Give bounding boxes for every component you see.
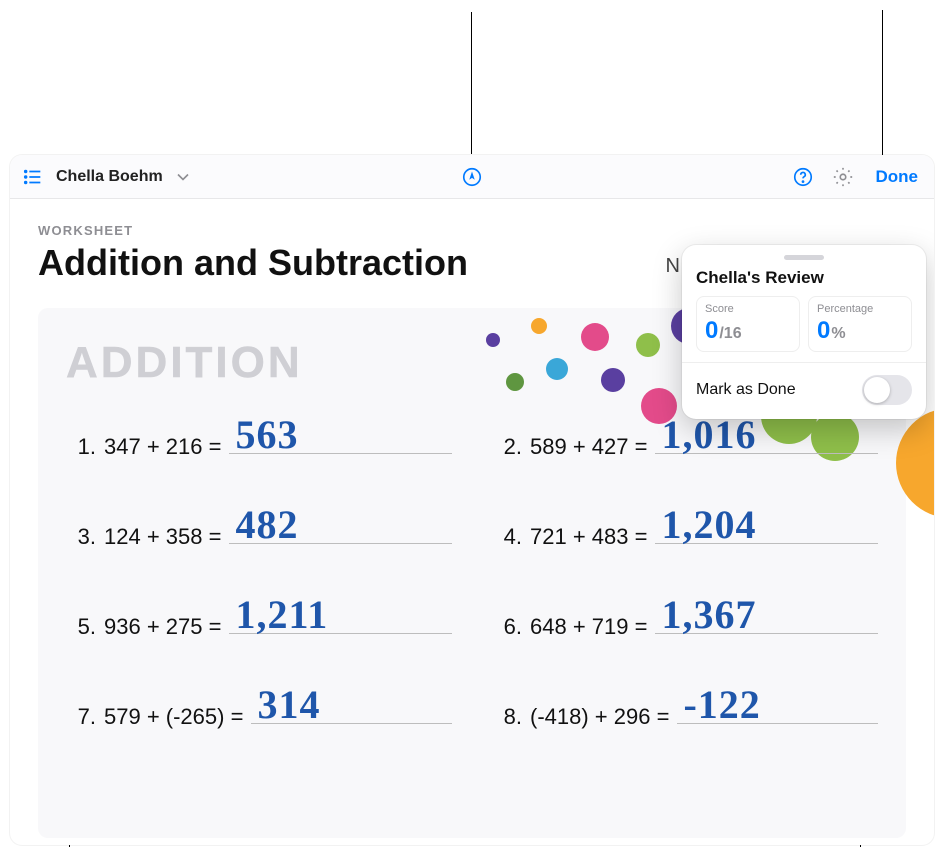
answer-field[interactable]: 1,016 <box>655 418 878 454</box>
handwritten-answer: -122 <box>683 685 760 725</box>
answer-field[interactable]: 1,204 <box>655 508 878 544</box>
review-panel: Chella's Review Score 0 /16 Percentage 0… <box>682 245 926 419</box>
review-title: Chella's Review <box>682 268 926 296</box>
problem-number: 5. <box>66 614 96 640</box>
student-dropdown-button[interactable] <box>173 164 193 190</box>
callout-line-top <box>471 12 472 154</box>
page-label: WORKSHEET <box>38 223 906 238</box>
problem-row: 8. (-418) + 296 = -122 <box>492 688 878 730</box>
problem-expression: 648 + 719 = <box>530 614 647 640</box>
handwritten-answer: 563 <box>235 415 298 455</box>
problems-grid: 1. 347 + 216 = 563 2. 589 + 427 = 1,016 3. 124 … <box>66 418 878 730</box>
percentage-sign: % <box>831 325 845 343</box>
problem-expression: 936 + 275 = <box>104 614 221 640</box>
problem-expression: 579 + (-265) = <box>104 704 243 730</box>
decoration-dot <box>531 318 547 334</box>
decoration-dot <box>896 408 934 518</box>
markup-pen-icon <box>461 166 483 188</box>
handwritten-answer: 1,367 <box>661 595 756 635</box>
handwritten-answer: 482 <box>235 505 298 545</box>
problem-row: 1. 347 + 216 = 563 <box>66 418 452 460</box>
answer-field[interactable]: 314 <box>251 688 452 724</box>
problem-number: 1. <box>66 434 96 460</box>
problem-number: 2. <box>492 434 522 460</box>
app-window: Chella Boehm <box>10 155 934 845</box>
obscured-text: N <box>666 255 680 278</box>
list-icon <box>22 166 44 188</box>
problem-row: 2. 589 + 427 = 1,016 <box>492 418 878 460</box>
handwritten-answer: 1,211 <box>235 595 328 635</box>
problem-number: 6. <box>492 614 522 640</box>
problem-expression: 589 + 427 = <box>530 434 647 460</box>
problem-row: 7. 579 + (-265) = 314 <box>66 688 452 730</box>
sidebar-toggle-button[interactable] <box>20 164 46 190</box>
percentage-number: 0 <box>817 317 830 345</box>
score-number: 0 <box>705 317 718 345</box>
score-label: Score <box>705 303 791 315</box>
student-name[interactable]: Chella Boehm <box>52 168 167 186</box>
answer-field[interactable]: -122 <box>677 688 878 724</box>
percentage-cell[interactable]: Percentage 0 % <box>808 296 912 352</box>
score-value: 0 /16 <box>705 317 791 345</box>
problem-expression: (-418) + 296 = <box>530 704 669 730</box>
settings-button[interactable] <box>830 164 856 190</box>
problem-row: 3. 124 + 358 = 482 <box>66 508 452 550</box>
panel-grabber[interactable] <box>784 255 824 260</box>
score-cell[interactable]: Score 0 /16 <box>696 296 800 352</box>
percentage-label: Percentage <box>817 303 903 315</box>
problem-row: 4. 721 + 483 = 1,204 <box>492 508 878 550</box>
problem-expression: 347 + 216 = <box>104 434 221 460</box>
handwritten-answer: 314 <box>257 685 320 725</box>
handwritten-answer: 1,204 <box>661 505 756 545</box>
score-total: /16 <box>719 325 741 343</box>
problem-expression: 721 + 483 = <box>530 524 647 550</box>
markup-button[interactable] <box>459 164 485 190</box>
percentage-value: 0 % <box>817 317 903 345</box>
problem-row: 5. 936 + 275 = 1,211 <box>66 598 452 640</box>
answer-field[interactable]: 1,367 <box>655 598 878 634</box>
gear-icon <box>832 166 854 188</box>
help-button[interactable] <box>790 164 816 190</box>
problem-number: 7. <box>66 704 96 730</box>
problem-number: 8. <box>492 704 522 730</box>
problem-number: 4. <box>492 524 522 550</box>
answer-field[interactable]: 1,211 <box>229 598 452 634</box>
answer-field[interactable]: 563 <box>229 418 452 454</box>
problem-row: 6. 648 + 719 = 1,367 <box>492 598 878 640</box>
mark-done-row: Mark as Done <box>682 363 926 419</box>
worksheet-page: N WORKSHEET Addition and Subtraction ADD… <box>10 199 934 845</box>
answer-field[interactable]: 482 <box>229 508 452 544</box>
chevron-down-icon <box>173 166 193 188</box>
mark-done-toggle[interactable] <box>862 375 912 405</box>
done-button[interactable]: Done <box>870 167 925 187</box>
help-icon <box>792 166 814 188</box>
problem-number: 3. <box>66 524 96 550</box>
problem-expression: 124 + 358 = <box>104 524 221 550</box>
score-row: Score 0 /16 Percentage 0 % <box>682 296 926 363</box>
handwritten-answer: 1,016 <box>661 415 756 455</box>
toolbar: Chella Boehm <box>10 155 934 199</box>
mark-done-label: Mark as Done <box>696 381 796 399</box>
